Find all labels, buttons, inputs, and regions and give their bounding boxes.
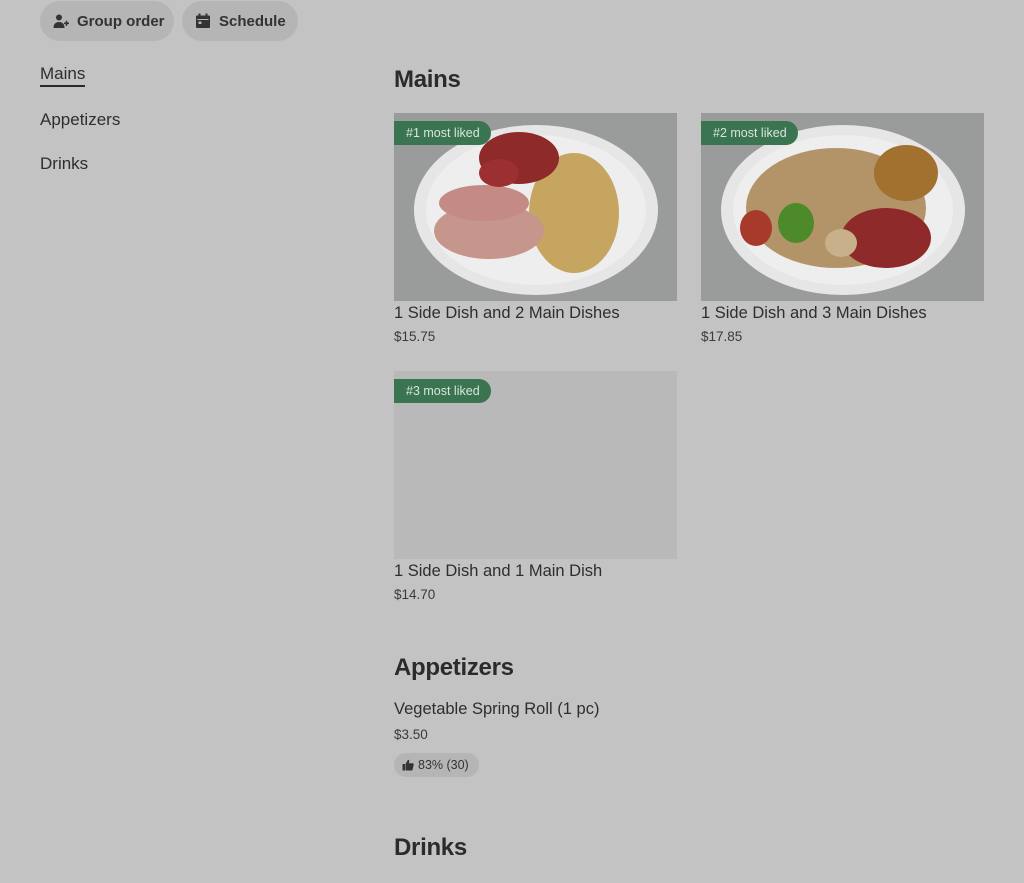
menu-item-name[interactable]: Vegetable Spring Roll (1 pc) — [394, 700, 599, 719]
add-person-icon — [53, 14, 69, 28]
section-title-mains: Mains — [394, 66, 461, 93]
menu-item-name[interactable]: 1 Side Dish and 3 Main Dishes — [701, 304, 927, 323]
sidebar-item-appetizers[interactable]: Appetizers — [40, 110, 120, 130]
group-order-button[interactable]: Group order — [40, 1, 174, 41]
most-liked-badge: #3 most liked — [394, 379, 491, 403]
rating-text: 83% (30) — [418, 758, 469, 772]
section-title-drinks: Drinks — [394, 834, 467, 861]
menu-item-price: $3.50 — [394, 727, 428, 742]
calendar-icon — [196, 13, 210, 28]
menu-item-image[interactable]: #2 most liked — [701, 113, 984, 301]
most-liked-badge: #2 most liked — [701, 121, 798, 145]
menu-item-price: $15.75 — [394, 329, 436, 344]
menu-item-price: $17.85 — [701, 329, 743, 344]
menu-item-name[interactable]: 1 Side Dish and 1 Main Dish — [394, 562, 602, 581]
schedule-label: Schedule — [219, 12, 286, 30]
menu-item-price: $14.70 — [394, 587, 436, 602]
menu-item-image[interactable]: #1 most liked — [394, 113, 677, 301]
rating-badge: 83% (30) — [394, 753, 479, 777]
sidebar-item-mains[interactable]: Mains — [40, 64, 86, 87]
most-liked-badge: #1 most liked — [394, 121, 491, 145]
sidebar-item-drinks[interactable]: Drinks — [40, 154, 88, 174]
menu-item-name[interactable]: 1 Side Dish and 2 Main Dishes — [394, 304, 620, 323]
section-title-appetizers: Appetizers — [394, 654, 514, 681]
menu-item-image[interactable]: #3 most liked — [394, 371, 677, 559]
group-order-label: Group order — [77, 12, 165, 30]
thumbs-up-icon — [402, 759, 414, 771]
schedule-button[interactable]: Schedule — [182, 1, 298, 41]
